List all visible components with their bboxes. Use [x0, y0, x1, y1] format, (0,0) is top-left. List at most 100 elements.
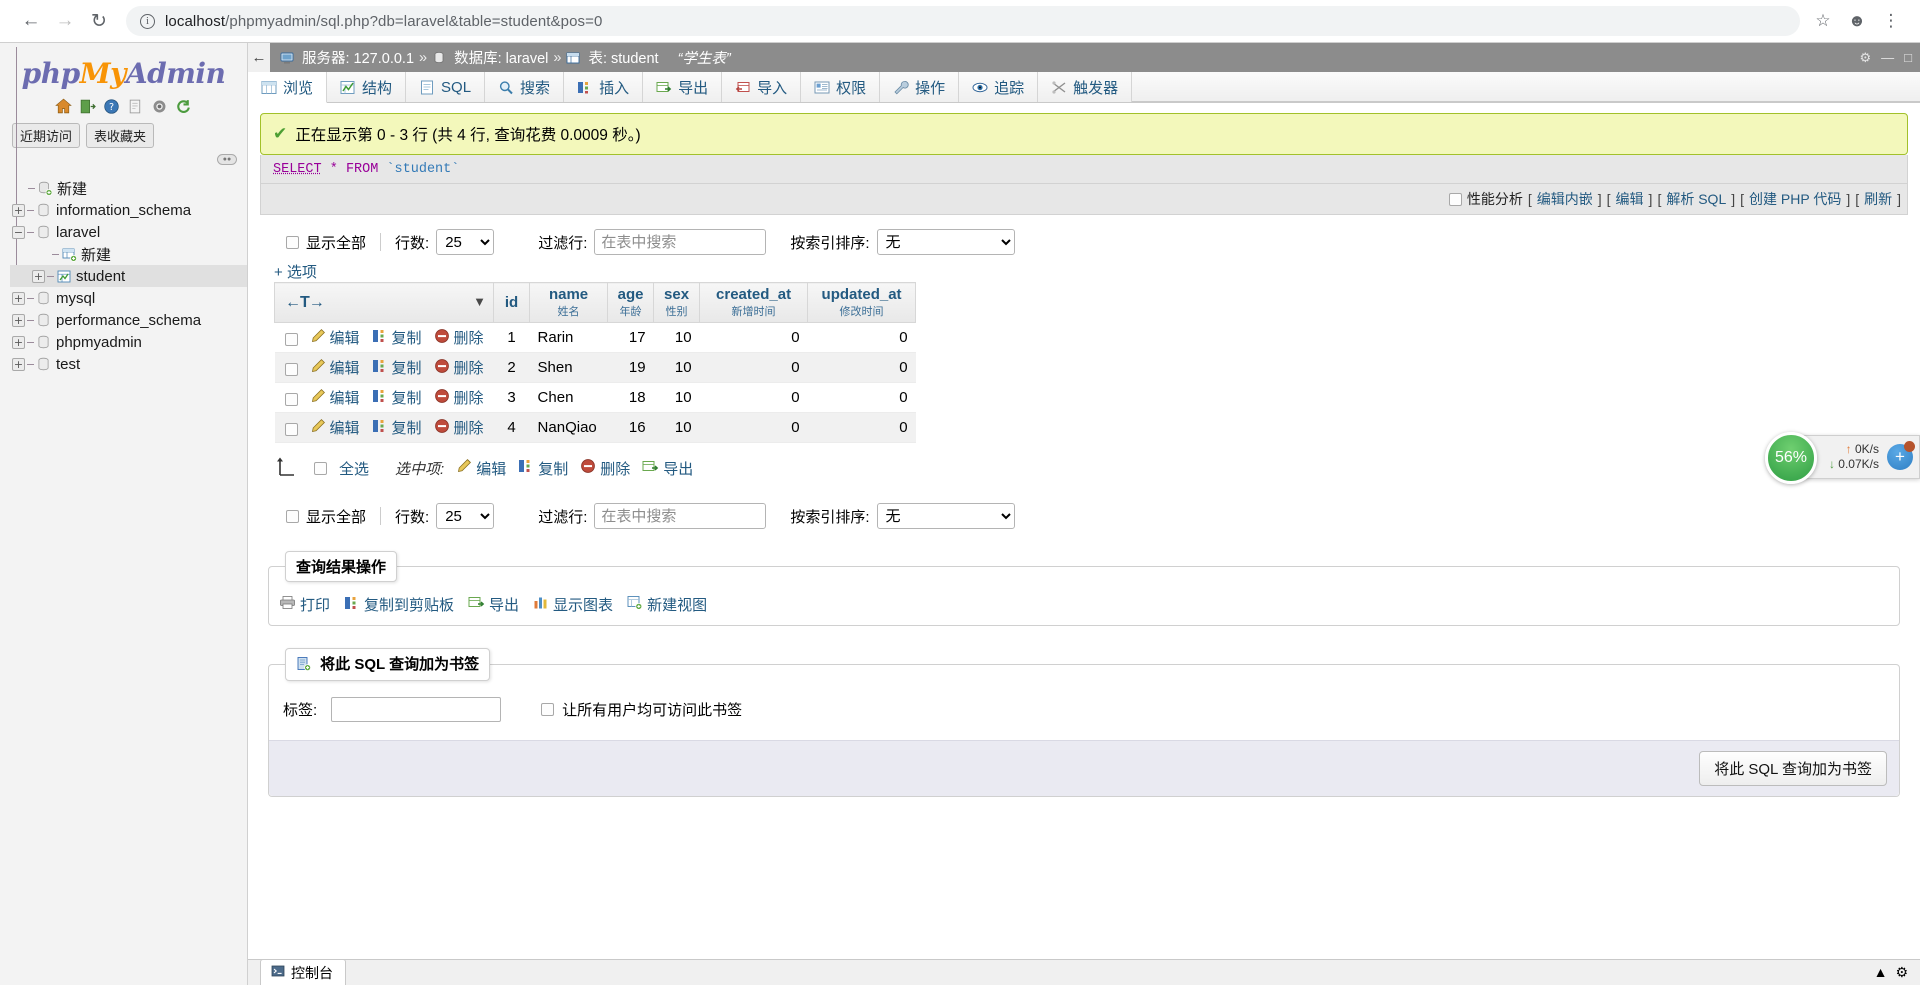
expand-icon[interactable]: + [12, 292, 25, 305]
tab-sql[interactable]: SQL [406, 72, 485, 102]
tab-tracking[interactable]: 追踪 [959, 72, 1038, 102]
show-all-checkbox[interactable] [286, 236, 299, 249]
row-copy-button[interactable]: 复制 [372, 357, 424, 378]
breadcrumb-server[interactable]: 服务器: 127.0.0.1 [302, 47, 414, 68]
row-edit-label[interactable]: 编辑 [330, 327, 360, 348]
bookmark-label-input[interactable] [331, 697, 501, 722]
tab-operations[interactable]: 操作 [880, 72, 959, 102]
row-checkbox[interactable] [285, 393, 298, 406]
phpmyadmin-logo[interactable]: phpMyAdmin [0, 43, 247, 90]
settings-gear-icon[interactable] [151, 98, 168, 115]
profile-icon[interactable]: ☻ [1842, 6, 1872, 36]
row-copy-label[interactable]: 复制 [392, 327, 422, 348]
column-header-created_at[interactable]: created_at 新增时间 [700, 283, 808, 323]
tab-privileges[interactable]: 权限 [801, 72, 880, 102]
expand-icon[interactable]: + [32, 270, 45, 283]
cell-name[interactable]: Shen [530, 353, 608, 383]
cell-age[interactable]: 17 [608, 323, 654, 353]
filter-input-bottom[interactable] [594, 503, 766, 529]
column-header-name[interactable]: name 姓名 [530, 283, 608, 323]
row-delete-label[interactable]: 删除 [454, 357, 484, 378]
star-icon[interactable]: ☆ [1808, 6, 1838, 36]
nav-collapse-icon[interactable]: ← [248, 43, 270, 72]
bulk-edit-button[interactable]: 编辑 [456, 458, 506, 479]
tree-item-new-table[interactable]: 新建 [10, 243, 247, 265]
collapse-icon[interactable]: − [12, 226, 25, 239]
cell-updated_at[interactable]: 0 [808, 383, 916, 413]
bulk-export-label[interactable]: 导出 [663, 458, 693, 479]
tab-export[interactable]: 导出 [643, 72, 722, 102]
cell-id[interactable]: 2 [494, 353, 530, 383]
bookmark-submit-button[interactable]: 将此 SQL 查询加为书签 [1699, 751, 1887, 786]
cell-updated_at[interactable]: 0 [808, 353, 916, 383]
cell-sex[interactable]: 10 [654, 413, 700, 443]
row-delete-label[interactable]: 删除 [454, 327, 484, 348]
logout-icon[interactable] [79, 98, 96, 115]
create-view-link[interactable]: 新建视图 [627, 594, 707, 615]
link-inline-edit[interactable]: 编辑内嵌 [1537, 189, 1593, 209]
site-info-icon[interactable]: i [140, 14, 155, 29]
cell-name[interactable]: NanQiao [530, 413, 608, 443]
cell-updated_at[interactable]: 0 [808, 323, 916, 353]
row-delete-label[interactable]: 删除 [454, 417, 484, 438]
cell-created_at[interactable]: 0 [700, 413, 808, 443]
reload-icon[interactable]: ↻ [82, 4, 116, 38]
tab-search[interactable]: 搜索 [485, 72, 564, 102]
cell-id[interactable]: 3 [494, 383, 530, 413]
expand-icon[interactable]: + [12, 358, 25, 371]
row-checkbox[interactable] [285, 333, 298, 346]
expand-icon[interactable]: + [12, 204, 25, 217]
tree-item-information_schema[interactable]: + information_schema [10, 199, 247, 221]
row-delete-button[interactable]: 删除 [434, 387, 486, 408]
row-copy-label[interactable]: 复制 [392, 417, 422, 438]
breadcrumb-table[interactable]: 表: student [588, 47, 658, 68]
row-copy-label[interactable]: 复制 [392, 387, 422, 408]
link-edit[interactable]: 编辑 [1616, 189, 1644, 209]
bulk-edit-label[interactable]: 编辑 [476, 458, 506, 479]
tree-item-new-db[interactable]: 新建 [10, 177, 247, 199]
cell-id[interactable]: 4 [494, 413, 530, 443]
help-icon[interactable]: ? [103, 98, 120, 115]
row-delete-button[interactable]: 删除 [434, 327, 486, 348]
column-header-sex[interactable]: sex 性别 [654, 283, 700, 323]
recent-tab[interactable]: 近期访问 [12, 123, 80, 148]
row-copy-button[interactable]: 复制 [372, 327, 424, 348]
row-edit-label[interactable]: 编辑 [330, 357, 360, 378]
tree-item-test[interactable]: + test [10, 353, 247, 375]
cell-age[interactable]: 19 [608, 353, 654, 383]
row-delete-label[interactable]: 删除 [454, 387, 484, 408]
tree-item-phpmyadmin[interactable]: + phpmyadmin [10, 331, 247, 353]
expand-icon[interactable]: + [12, 336, 25, 349]
tree-item-laravel[interactable]: − laravel [10, 221, 247, 243]
expand-widget-button[interactable]: + [1887, 444, 1913, 470]
refresh-icon[interactable] [175, 98, 192, 115]
bulk-copy-label[interactable]: 复制 [538, 458, 568, 479]
row-edit-button[interactable]: 编辑 [310, 417, 362, 438]
tab-import[interactable]: 导入 [722, 72, 801, 102]
row-checkbox[interactable] [285, 423, 298, 436]
row-copy-label[interactable]: 复制 [392, 357, 422, 378]
favorites-tab[interactable]: 表收藏夹 [86, 123, 154, 148]
chevron-down-icon[interactable]: ▼ [473, 294, 486, 309]
tree-item-student[interactable]: + student [10, 265, 247, 287]
sort-by-index-select[interactable]: 无 [877, 229, 1015, 255]
cell-sex[interactable]: 10 [654, 383, 700, 413]
column-header-id[interactable]: id [494, 283, 530, 323]
expand-icon[interactable]: + [12, 314, 25, 327]
filter-input[interactable] [594, 229, 766, 255]
check-all-label[interactable]: 全选 [339, 458, 369, 479]
row-delete-button[interactable]: 删除 [434, 417, 486, 438]
console-expand-icon[interactable]: ▲ [1874, 964, 1888, 981]
kebab-menu-icon[interactable]: ⋮ [1876, 6, 1906, 36]
cell-name[interactable]: Chen [530, 383, 608, 413]
cell-created_at[interactable]: 0 [700, 353, 808, 383]
sort-direction-icon[interactable]: ←T→ [285, 294, 324, 311]
copy-to-clipboard-link[interactable]: 复制到剪贴板 [344, 594, 454, 615]
bulk-export-button[interactable]: 导出 [642, 458, 693, 479]
sort-by-index-select-bottom[interactable]: 无 [877, 503, 1015, 529]
options-toggle[interactable]: + 选项 [260, 261, 1908, 282]
column-header-age[interactable]: age 年龄 [608, 283, 654, 323]
profiling-checkbox[interactable] [1449, 193, 1462, 206]
cell-updated_at[interactable]: 0 [808, 413, 916, 443]
bulk-delete-label[interactable]: 删除 [600, 458, 630, 479]
